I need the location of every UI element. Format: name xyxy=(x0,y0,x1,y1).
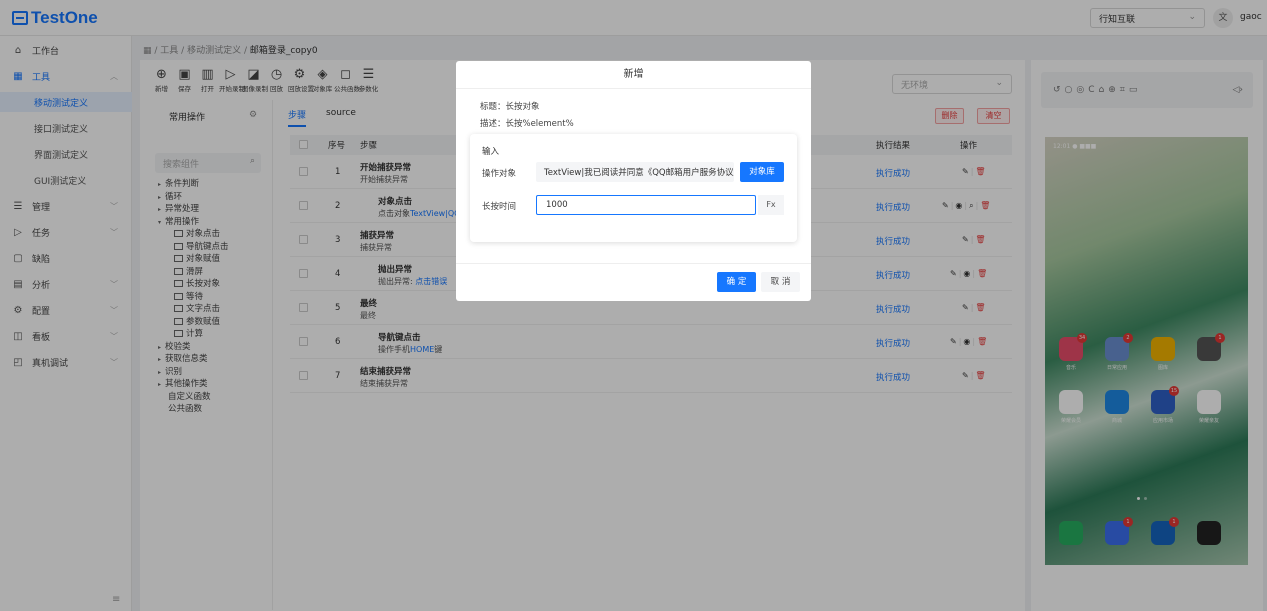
input-section-title: 输入 xyxy=(482,147,500,157)
cancel-button[interactable]: 取 消 xyxy=(761,272,800,292)
duration-field[interactable]: 1000 xyxy=(536,195,756,215)
input-card: 输入 操作对象 TextView|我已阅读并同意《QQ邮箱用户服务协议 对象库 … xyxy=(470,134,797,242)
dialog-title: 新增 xyxy=(456,61,811,89)
fx-button[interactable]: Fx xyxy=(758,195,784,215)
object-label: 操作对象 xyxy=(482,169,517,179)
add-step-dialog: 新增 标题：长按对象 描述：长按%element% 输入 操作对象 TextVi… xyxy=(456,61,811,301)
confirm-button[interactable]: 确 定 xyxy=(717,272,756,292)
duration-label: 长按时间 xyxy=(482,202,517,212)
object-library-button[interactable]: 对象库 xyxy=(740,162,784,182)
dialog-step-title: 标题：长按对象 xyxy=(480,102,540,112)
object-field[interactable]: TextView|我已阅读并同意《QQ邮箱用户服务协议 xyxy=(536,162,734,182)
dialog-footer xyxy=(456,263,811,301)
dialog-step-desc: 描述：长按%element% xyxy=(480,119,574,129)
